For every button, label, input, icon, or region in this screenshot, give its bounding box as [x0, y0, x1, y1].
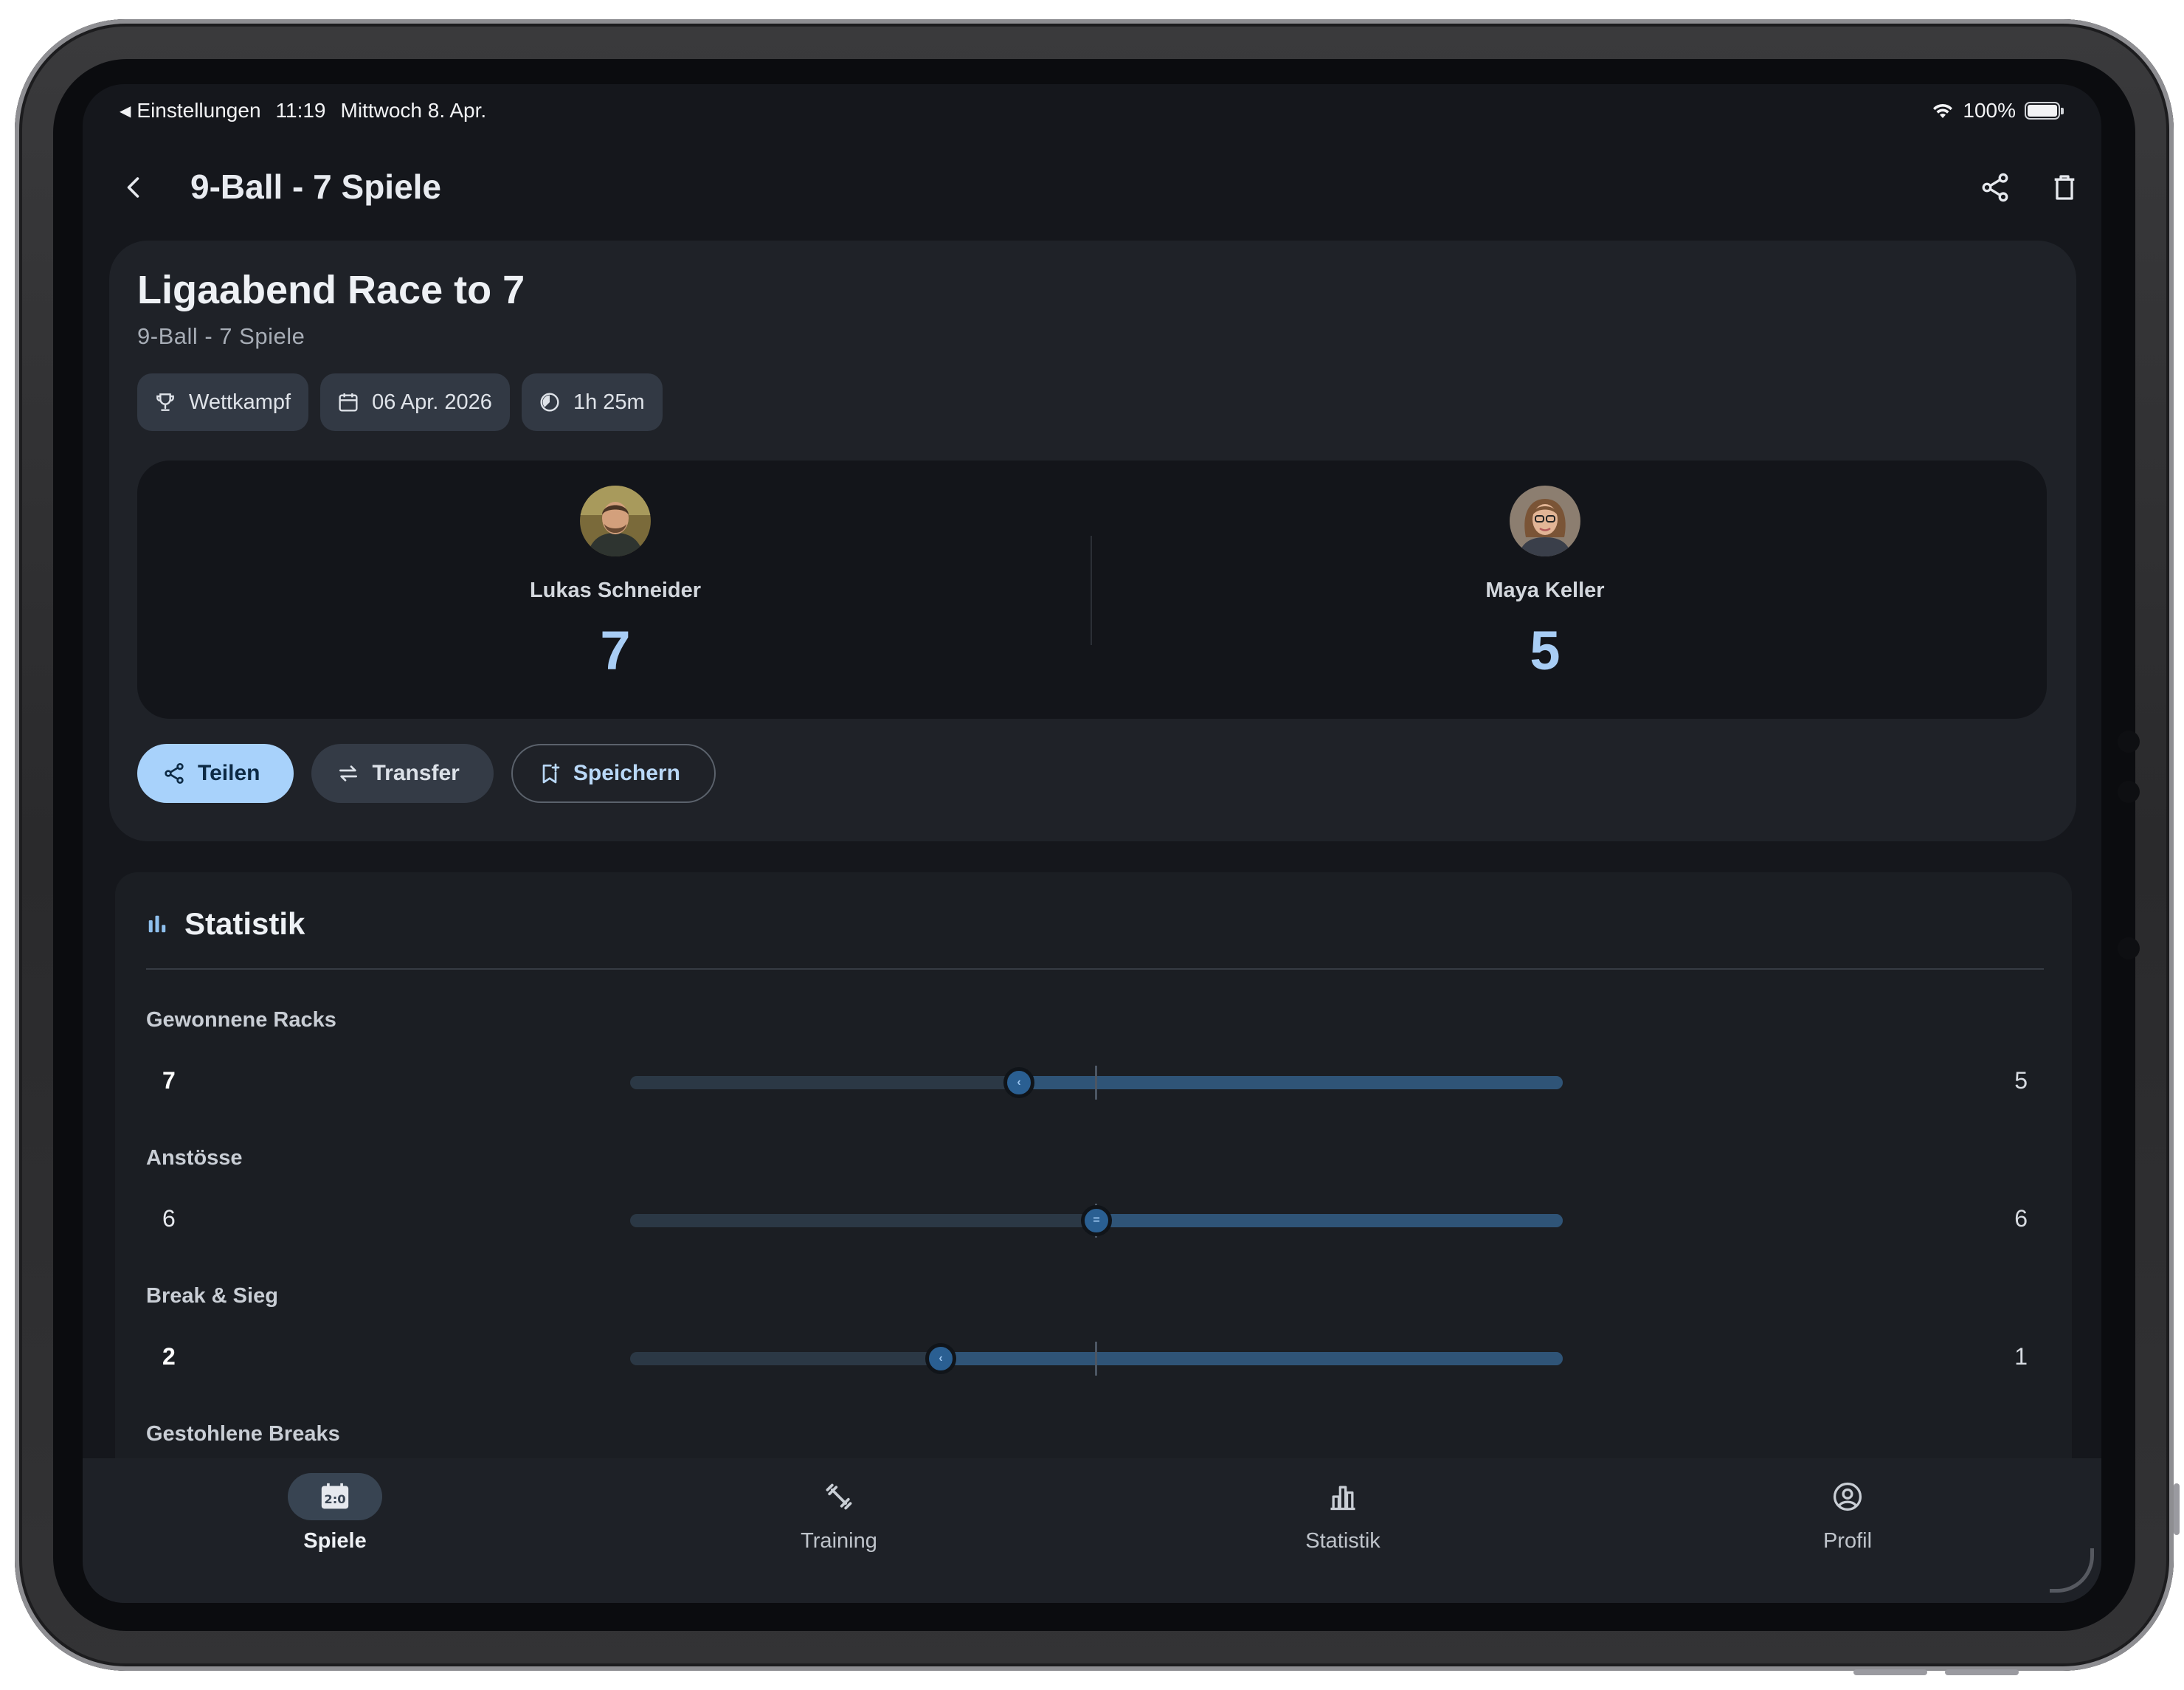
stat-label: Break & Sieg	[146, 1284, 278, 1308]
comparison-fill	[1019, 1076, 1563, 1089]
center-marker	[1095, 1066, 1097, 1100]
transfer-button[interactable]: Transfer	[311, 744, 494, 803]
chip-mode: Wettkampf	[137, 373, 309, 431]
dumbbell-icon	[826, 1483, 852, 1510]
player-name: Lukas Schneider	[529, 579, 702, 602]
stats-header: Statistik	[146, 906, 305, 942]
back-arrow-icon[interactable]: ◀	[120, 102, 131, 120]
calendar-icon	[339, 393, 358, 412]
nav-item-profil[interactable]: Profil	[1737, 1473, 1958, 1553]
delete-button[interactable]	[2042, 165, 2087, 210]
player-score: 5	[1530, 620, 1561, 681]
stats-title: Statistik	[184, 906, 305, 941]
bar-chart-icon	[148, 915, 166, 933]
stat-row: Break & Sieg 2 ‹ 1	[115, 1284, 2072, 1421]
bookmark-add-icon	[542, 763, 560, 784]
share-match-button[interactable]: Teilen	[137, 744, 294, 803]
match-subtitle: 9-Ball - 7 Spiele	[137, 323, 305, 349]
stat-row: Anstösse 6 = 6	[115, 1146, 2072, 1283]
save-button[interactable]: Speichern	[511, 744, 716, 803]
stat-label: Gestohlene Breaks	[146, 1422, 340, 1446]
center-marker	[1095, 1342, 1097, 1376]
scoreboard-icon: 2:0	[321, 1483, 349, 1509]
battery-icon	[2025, 102, 2064, 120]
match-chips: Wettkampf 06 Apr. 2026 1h 25m	[137, 373, 663, 431]
trophy-icon	[156, 393, 174, 411]
status-time: 11:19	[275, 99, 326, 122]
score-panel: Lukas Schneider 7 Maya Keller 5	[137, 461, 2047, 719]
power-button	[2174, 1483, 2180, 1535]
back-app-label[interactable]: Einstellungen	[136, 99, 260, 123]
sensor-dot	[2118, 937, 2140, 959]
stat-right-value: 6	[2014, 1205, 2028, 1232]
comparison-bar: ‹	[630, 1066, 1563, 1100]
stat-right-value: 1	[2014, 1343, 2028, 1370]
back-button[interactable]	[112, 165, 156, 210]
trash-icon	[2054, 175, 2075, 200]
home-indicator	[2050, 1548, 2094, 1593]
volume-button	[1945, 1669, 2019, 1675]
comparison-fill	[1096, 1214, 1563, 1227]
chip-duration-label: 1h 25m	[573, 390, 645, 414]
match-actions: Teilen Transfer Speichern	[137, 744, 716, 803]
score-divider	[1091, 536, 1092, 645]
stat-label: Anstösse	[146, 1146, 243, 1170]
save-label: Speichern	[573, 761, 680, 785]
stat-left-value: 2	[162, 1343, 176, 1370]
sensor-dot	[2118, 781, 2140, 803]
player-score: 7	[600, 620, 631, 681]
player-right: Maya Keller 5	[1287, 486, 1803, 682]
top-app-bar: 9-Ball - 7 Spiele	[83, 155, 2101, 221]
camera-dot	[2118, 731, 2140, 753]
comparison-bar: ‹	[630, 1342, 1563, 1376]
match-summary-card: Ligaabend Race to 7 9-Ball - 7 Spiele We…	[109, 241, 2076, 841]
stat-left-value: 6	[162, 1205, 176, 1232]
profile-icon	[1833, 1482, 1862, 1511]
comparison-fill	[941, 1352, 1563, 1365]
share-button[interactable]	[1973, 165, 2017, 210]
timer-icon	[540, 393, 559, 412]
nav-label: Statistik	[1305, 1529, 1380, 1553]
divider	[146, 968, 2044, 970]
comparison-knob: =	[1081, 1205, 1112, 1236]
comparison-knob: ‹	[925, 1343, 956, 1374]
stat-right-value: 5	[2014, 1067, 2028, 1094]
nav-item-training[interactable]: Training	[728, 1473, 950, 1553]
bottom-navigation: 2:0 Spiele Training Statistik Profil	[83, 1458, 2101, 1603]
avatar	[580, 486, 651, 556]
stat-label: Gewonnene Racks	[146, 1008, 336, 1032]
swap-arrows-icon	[339, 765, 358, 782]
battery-percent: 100%	[1963, 99, 2016, 122]
status-bar: ◀ Einstellungen 11:19 Mittwoch 8. Apr. 1…	[83, 84, 2101, 140]
wifi-icon	[1933, 103, 1953, 118]
page-title: 9-Ball - 7 Spiele	[190, 168, 442, 206]
nav-label: Spiele	[303, 1529, 367, 1553]
svg-text:2:0: 2:0	[324, 1492, 345, 1506]
stat-row: Gewonnene Racks 7 ‹ 5	[115, 1008, 2072, 1145]
chip-date-label: 06 Apr. 2026	[372, 390, 492, 414]
nav-item-spiele[interactable]: 2:0 Spiele	[224, 1473, 446, 1553]
chip-duration: 1h 25m	[521, 373, 663, 431]
chip-mode-label: Wettkampf	[189, 390, 291, 414]
share-icon	[1982, 173, 2008, 202]
avatar	[1510, 486, 1580, 556]
volume-button	[1853, 1669, 1927, 1675]
nav-label: Training	[801, 1529, 877, 1553]
chevron-left-icon	[127, 177, 139, 198]
share-match-label: Teilen	[198, 761, 260, 785]
status-date: Mittwoch 8. Apr.	[340, 99, 487, 122]
comparison-bar: =	[630, 1204, 1563, 1238]
match-title: Ligaabend Race to 7	[137, 268, 525, 312]
transfer-label: Transfer	[372, 761, 460, 785]
player-name: Maya Keller	[1485, 579, 1605, 602]
bar-chart-icon	[1330, 1486, 1355, 1511]
chip-date: 06 Apr. 2026	[320, 373, 510, 431]
share-icon	[165, 763, 184, 784]
nav-label: Profil	[1822, 1529, 1873, 1553]
comparison-knob: ‹	[1003, 1067, 1034, 1098]
stat-left-value: 7	[162, 1067, 176, 1094]
player-left: Lukas Schneider 7	[357, 486, 874, 682]
app-screen: ◀ Einstellungen 11:19 Mittwoch 8. Apr. 1…	[83, 84, 2101, 1603]
nav-item-statistik[interactable]: Statistik	[1232, 1473, 1454, 1553]
